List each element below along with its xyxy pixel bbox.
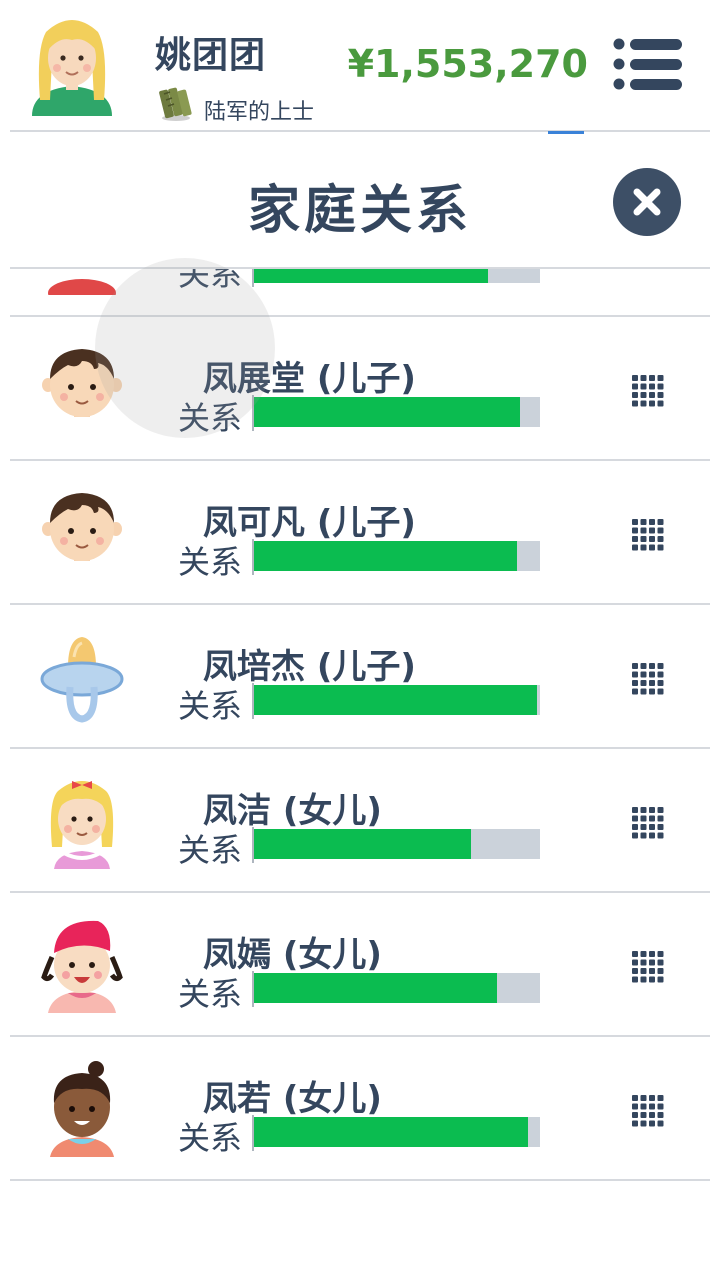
family-list[interactable]: 关系 凤展堂 (儿子) 关系 凤可凡 (儿子) 关系 凤培杰 (儿子) 关系 凤洁 (女儿) 关… <box>0 269 720 1280</box>
blonde-girl-icon <box>50 781 114 869</box>
family-member-row[interactable]: 凤培杰 (儿子) 关系 <box>0 605 720 749</box>
options-grid-icon[interactable] <box>630 373 666 409</box>
family-member-row[interactable]: 关系 <box>0 269 720 317</box>
close-icon <box>633 188 661 216</box>
relationship-bar-fill <box>252 1117 529 1147</box>
rank-insignia-icon <box>159 87 192 121</box>
bar-start-marker <box>252 971 254 1007</box>
header-divider <box>10 130 710 132</box>
relationship-label: 关系 <box>178 269 243 293</box>
money-balance: ¥1,553,270 <box>347 42 588 86</box>
family-member-row[interactable]: 凤嫣 (女儿) 关系 <box>0 893 720 1037</box>
relationship-bar <box>252 541 540 571</box>
relationship-bar <box>252 973 540 1003</box>
family-member-row[interactable]: 凤展堂 (儿子) 关系 <box>0 317 720 461</box>
player-name: 姚团团 <box>155 35 267 76</box>
bar-start-marker <box>252 827 254 863</box>
row-divider <box>10 1179 710 1181</box>
relationship-label: 关系 <box>178 687 243 725</box>
relationship-bar-fill <box>252 973 497 1003</box>
girl-dark-skin-icon <box>50 1061 114 1157</box>
relationship-bar-fill <box>252 397 520 427</box>
relationship-bar-fill <box>252 685 538 715</box>
bar-start-marker <box>252 269 254 287</box>
relationship-label: 关系 <box>178 399 243 437</box>
options-grid-icon[interactable] <box>630 805 666 841</box>
bar-start-marker <box>252 683 254 719</box>
family-member-row[interactable]: 凤可凡 (儿子) 关系 <box>0 461 720 605</box>
page-title: 家庭关系 <box>247 181 472 241</box>
menu-icon[interactable] <box>612 36 684 92</box>
relationship-label: 关系 <box>178 1119 243 1157</box>
relationship-bar <box>252 829 540 859</box>
relationship-bar-fill <box>252 829 471 859</box>
pacifier-icon <box>40 637 124 723</box>
family-member-row[interactable]: 凤洁 (女儿) 关系 <box>0 749 720 893</box>
partial-avatar-red <box>48 279 116 295</box>
girl-pink-hat-icon <box>41 920 123 1013</box>
options-grid-icon[interactable] <box>630 661 666 697</box>
relationship-label: 关系 <box>178 975 243 1013</box>
options-grid-icon[interactable] <box>630 949 666 985</box>
boy-face-icon <box>42 493 122 561</box>
relationship-bar <box>252 1117 540 1147</box>
relationship-bar <box>252 269 540 283</box>
relationship-bar <box>252 685 540 715</box>
relationship-label: 关系 <box>178 543 243 581</box>
scroll-marker <box>548 131 584 134</box>
options-grid-icon[interactable] <box>630 1093 666 1129</box>
bar-start-marker <box>252 1115 254 1151</box>
player-avatar[interactable] <box>26 10 118 118</box>
bar-start-marker <box>252 539 254 575</box>
close-button[interactable] <box>613 168 681 236</box>
relationship-label: 关系 <box>178 831 243 869</box>
relationship-bar-fill <box>252 269 489 283</box>
bar-start-marker <box>252 395 254 431</box>
relationship-bar-fill <box>252 541 517 571</box>
family-member-row[interactable]: 凤若 (女儿) 关系 <box>0 1037 720 1181</box>
relationship-bar <box>252 397 540 427</box>
player-rank: 陆军的上士 <box>204 100 315 125</box>
boy-face-icon <box>42 349 122 417</box>
top-status-bar: 姚团团 陆军的上士 ¥1,553,270 <box>0 0 720 130</box>
options-grid-icon[interactable] <box>630 517 666 553</box>
